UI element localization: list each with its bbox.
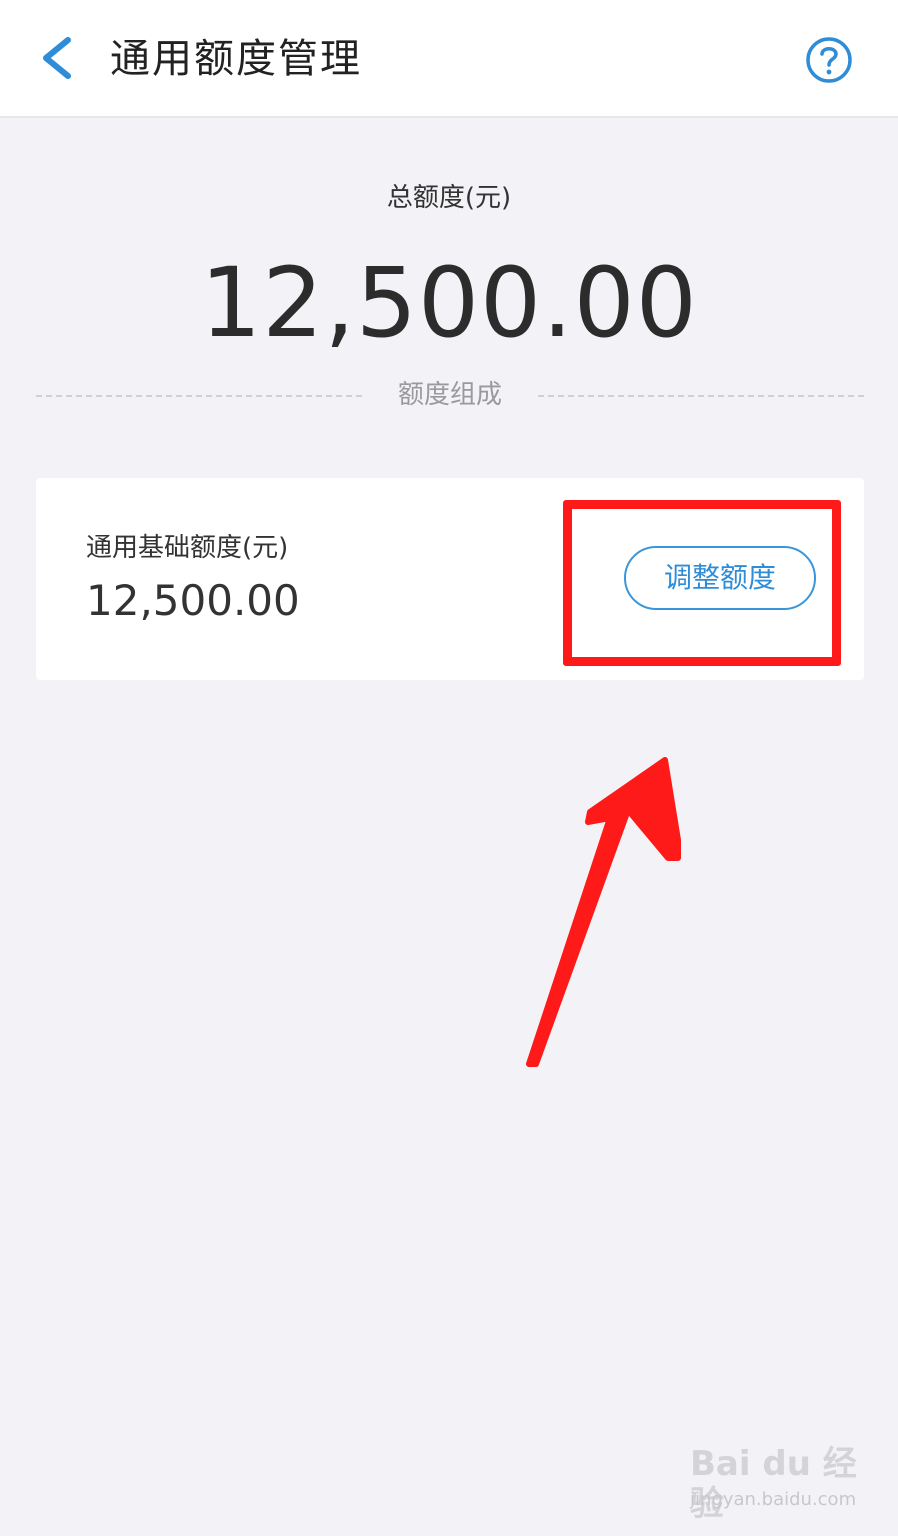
question-circle-icon [806,37,852,83]
back-button[interactable] [30,28,86,88]
base-credit-value: 12,500.00 [86,576,300,625]
base-credit-label: 通用基础额度(元) [86,533,289,563]
annotation-highlight-box [563,500,841,666]
baidu-jingyan-watermark: Bai du 经验 jingyan.baidu.com [690,1440,870,1524]
divider-line-left [36,395,362,397]
total-credit-label: 总额度(元) [386,183,512,213]
watermark-logo: Bai du 经验 [690,1444,857,1524]
watermark-url: jingyan.baidu.com [690,1489,857,1510]
chevron-left-icon [43,37,71,79]
credit-composition-label: 额度组成 [397,380,502,410]
credit-management-page: 通用额度管理 总额度(元) 12,500.00 额度组成 通用基础额度(元) 1… [0,0,898,1536]
page-title: 通用额度管理 [110,36,362,82]
top-nav-bar: 通用额度管理 [0,0,898,118]
help-button[interactable] [804,35,854,85]
divider-line-right [538,395,864,397]
annotation-arrow [526,757,681,1067]
total-credit-value: 12,500.00 [200,247,698,359]
